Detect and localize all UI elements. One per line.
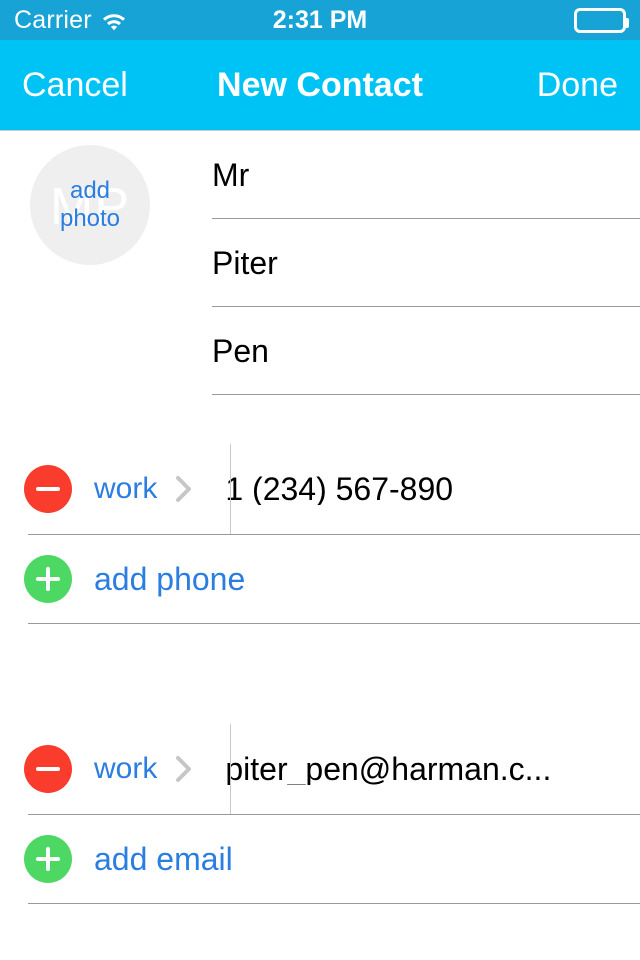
add-email-separator [28, 903, 640, 904]
plus-circle-icon[interactable] [24, 555, 72, 603]
done-button[interactable]: Done [537, 68, 618, 102]
last-name-field-value: Pen [212, 333, 269, 369]
section-gap-phone-email [0, 624, 640, 724]
navigation-bar: Cancel New Contact Done [0, 40, 640, 130]
contact-form: MP add photo Mr Piter Pen work 1 (234) 5… [0, 131, 640, 960]
phone-label[interactable]: work [94, 474, 157, 504]
add-phone-label: add phone [94, 561, 246, 597]
minus-circle-icon[interactable] [24, 465, 72, 513]
battery-cap [625, 17, 629, 28]
add-email-label: add email [94, 841, 233, 877]
email-value[interactable]: piter_pen@harman.c... [225, 753, 551, 785]
status-bar-left: Carrier [14, 5, 128, 34]
battery-icon [574, 7, 629, 33]
add-photo-button[interactable]: MP add photo [30, 145, 150, 265]
phone-row: work 1 (234) 567-890 [0, 444, 640, 534]
first-name-field[interactable]: Piter [212, 219, 640, 307]
add-photo-label-line2: photo [59, 205, 121, 232]
section-gap-name-phone [0, 396, 640, 444]
email-row-divider [230, 724, 231, 814]
last-name-field[interactable]: Pen [212, 307, 640, 395]
add-phone-button[interactable]: add phone [0, 535, 640, 623]
status-bar-right [574, 7, 629, 33]
email-label[interactable]: work [94, 754, 157, 784]
minus-glyph [36, 487, 60, 491]
status-bar: Carrier 2:31 PM [0, 0, 640, 40]
wifi-icon [100, 9, 128, 31]
identity-block: MP add photo Mr Piter Pen [0, 131, 640, 396]
prefix-field[interactable]: Mr [212, 131, 640, 219]
chevron-right-icon[interactable] [175, 754, 193, 784]
add-photo-label-line1: add [69, 176, 111, 204]
new-contact-screen: Carrier 2:31 PM Cancel New Contact Done [0, 0, 640, 960]
chevron-right-icon[interactable] [175, 474, 193, 504]
minus-circle-icon[interactable] [24, 745, 72, 793]
plus-circle-icon[interactable] [24, 835, 72, 883]
phone-value[interactable]: 1 (234) 567-890 [225, 473, 453, 505]
cancel-button[interactable]: Cancel [22, 68, 128, 102]
add-email-button[interactable]: add email [0, 815, 640, 903]
phone-row-divider [230, 444, 231, 534]
plus-glyph-vertical [46, 847, 50, 871]
email-row: work piter_pen@harman.c... [0, 724, 640, 814]
add-photo-label: add photo [60, 177, 120, 234]
first-name-field-value: Piter [212, 245, 278, 281]
carrier-label: Carrier [14, 5, 92, 34]
plus-glyph-vertical [46, 567, 50, 591]
name-fields: Mr Piter Pen [212, 131, 640, 395]
minus-glyph [36, 767, 60, 771]
prefix-field-value: Mr [212, 157, 250, 193]
